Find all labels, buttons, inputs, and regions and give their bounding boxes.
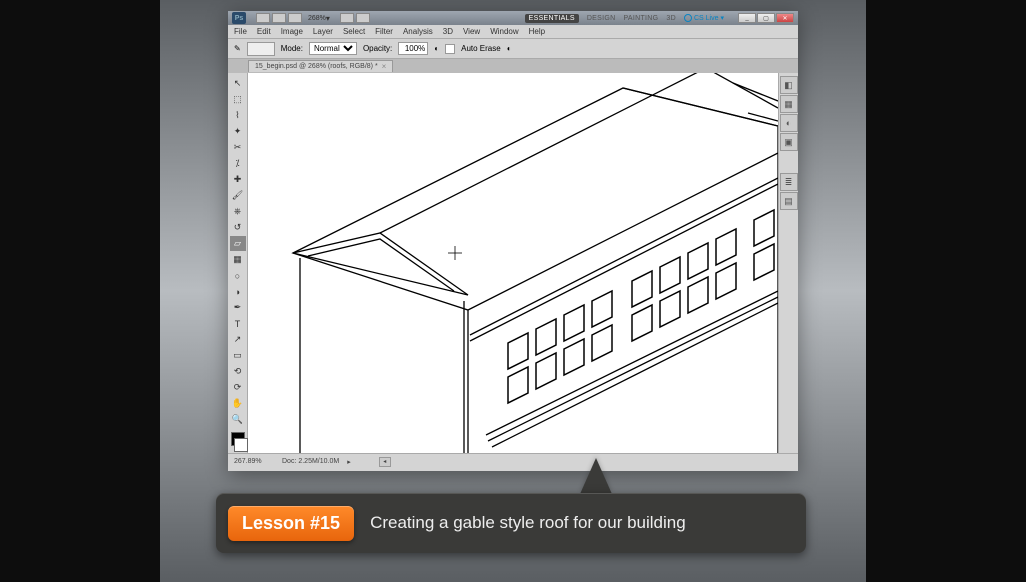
scroll-left-icon[interactable]: ◂	[379, 457, 391, 467]
titlebar-zoom[interactable]: 268%	[308, 15, 326, 22]
menu-layer[interactable]: Layer	[313, 27, 333, 36]
lesson-banner: Lesson #15 Creating a gable style roof f…	[216, 493, 806, 553]
photoshop-window: Ps 268% ▾ ESSENTIALS DESIGN PAINTING 3D …	[228, 11, 798, 471]
chevron-right-icon[interactable]: ▸	[347, 458, 351, 466]
healing-tool[interactable]: ✚	[230, 172, 246, 187]
status-doc-size[interactable]: Doc: 2.25M/10.0M	[282, 458, 339, 465]
canvas[interactable]	[248, 73, 778, 453]
pen-tool[interactable]: ✒	[230, 300, 246, 315]
swatches-panel-icon[interactable]: ▦	[780, 95, 798, 113]
3d-camera-tool[interactable]: ⟳	[230, 380, 246, 395]
bridge-icon[interactable]	[256, 13, 270, 23]
minimize-button[interactable]: _	[738, 13, 756, 23]
lesson-badge: Lesson #15	[228, 506, 354, 541]
titlebar-icons-2	[340, 13, 370, 23]
cursor-crosshair	[448, 246, 462, 260]
status-zoom[interactable]: 267.89%	[234, 458, 274, 465]
arrange-icon[interactable]	[288, 13, 302, 23]
minibridge-icon[interactable]	[272, 13, 286, 23]
blur-tool[interactable]: ○	[230, 268, 246, 283]
document-tab-title: 15_begin.psd @ 268% (roofs, RGB/8) *	[255, 63, 378, 70]
background-color[interactable]	[234, 438, 248, 452]
brush-tool[interactable]: 🖌	[230, 188, 246, 203]
statusbar: 267.89% Doc: 2.25M/10.0M ▸ ◂	[228, 453, 798, 469]
stamp-tool[interactable]: ⎈	[230, 204, 246, 219]
brush-preset[interactable]	[247, 42, 275, 56]
right-panels: ◧ ▦ ◐ ▣ ≣ ▤	[778, 73, 798, 453]
photoshop-logo-icon: Ps	[232, 12, 246, 24]
menu-image[interactable]: Image	[281, 27, 303, 36]
document-tab-bar: 15_begin.psd @ 268% (roofs, RGB/8) * ×	[228, 59, 798, 73]
opacity-input[interactable]	[398, 42, 428, 55]
layers-panel-icon[interactable]: ≣	[780, 173, 798, 191]
tool-preset-icon[interactable]: ✎	[234, 44, 241, 53]
auto-erase-checkbox[interactable]	[445, 44, 455, 54]
menu-select[interactable]: Select	[343, 27, 365, 36]
tools-panel: ↖ ⬚ ⌇ ✦ ✂ ⁒ ✚ 🖌 ⎈ ↺ ▱ ▦ ○ ◑ ✒ T ↗ ▭ ⟲ ⟳ …	[228, 73, 248, 453]
extras-icon[interactable]	[356, 13, 370, 23]
crop-tool[interactable]: ✂	[230, 140, 246, 155]
3d-tool[interactable]: ⟲	[230, 364, 246, 379]
document-tab[interactable]: 15_begin.psd @ 268% (roofs, RGB/8) * ×	[248, 60, 393, 72]
cslive-icon	[684, 14, 692, 22]
color-swatches[interactable]	[228, 432, 248, 452]
channels-panel-icon[interactable]: ▤	[780, 192, 798, 210]
video-sidebar-right	[866, 0, 1026, 582]
banner-pointer	[580, 458, 612, 494]
workspace-design[interactable]: DESIGN	[587, 15, 616, 22]
zoom-tool[interactable]: 🔍	[230, 412, 246, 427]
menubar: File Edit Image Layer Select Filter Anal…	[228, 25, 798, 39]
tablet-pressure-icon[interactable]: ◐	[434, 44, 439, 53]
history-tool[interactable]: ↺	[230, 220, 246, 235]
move-tool[interactable]: ↖	[230, 76, 246, 91]
menu-window[interactable]: Window	[490, 27, 518, 36]
adjustments-panel-icon[interactable]: ◐	[780, 114, 798, 132]
mode-label: Mode:	[281, 44, 303, 53]
cslive-button[interactable]: CS Live▾	[684, 14, 724, 22]
menu-3d[interactable]: 3D	[443, 27, 453, 36]
hand-tool[interactable]: ✋	[230, 396, 246, 411]
workspace-essentials[interactable]: ESSENTIALS	[525, 14, 579, 23]
gradient-tool[interactable]: ▦	[230, 252, 246, 267]
lasso-tool[interactable]: ⌇	[230, 108, 246, 123]
screenmode-icon[interactable]	[340, 13, 354, 23]
menu-help[interactable]: Help	[529, 27, 545, 36]
menu-view[interactable]: View	[463, 27, 480, 36]
workspace-painting[interactable]: PAINTING	[623, 15, 658, 22]
eraser-tool[interactable]: ▱	[230, 236, 246, 251]
opacity-label: Opacity:	[363, 44, 392, 53]
menu-filter[interactable]: Filter	[375, 27, 393, 36]
options-bar: ✎ Mode: Normal Opacity: ◐ Auto Erase ◐	[228, 39, 798, 59]
dodge-tool[interactable]: ◑	[230, 284, 246, 299]
type-tool[interactable]: T	[230, 316, 246, 331]
menu-analysis[interactable]: Analysis	[403, 27, 433, 36]
chevron-down-icon[interactable]: ▾	[326, 14, 334, 22]
path-tool[interactable]: ↗	[230, 332, 246, 347]
wand-tool[interactable]: ✦	[230, 124, 246, 139]
marquee-tool[interactable]: ⬚	[230, 92, 246, 107]
menu-edit[interactable]: Edit	[257, 27, 271, 36]
building-drawing	[248, 73, 778, 453]
auto-erase-label: Auto Erase	[461, 44, 501, 53]
eyedropper-tool[interactable]: ⁒	[230, 156, 246, 171]
workspace-3d[interactable]: 3D	[666, 15, 676, 22]
titlebar-icons	[256, 13, 302, 23]
video-sidebar-left	[0, 0, 160, 582]
styles-panel-icon[interactable]: ▣	[780, 133, 798, 151]
close-button[interactable]: ✕	[776, 13, 794, 23]
close-icon[interactable]: ×	[382, 62, 387, 71]
shape-tool[interactable]: ▭	[230, 348, 246, 363]
maximize-button[interactable]: ▢	[757, 13, 775, 23]
mode-select[interactable]: Normal	[309, 42, 357, 55]
menu-file[interactable]: File	[234, 27, 247, 36]
titlebar[interactable]: Ps 268% ▾ ESSENTIALS DESIGN PAINTING 3D …	[228, 11, 798, 25]
color-panel-icon[interactable]: ◧	[780, 76, 798, 94]
lesson-title: Creating a gable style roof for our buil…	[370, 513, 686, 533]
tablet-icon[interactable]: ◐	[507, 44, 512, 53]
